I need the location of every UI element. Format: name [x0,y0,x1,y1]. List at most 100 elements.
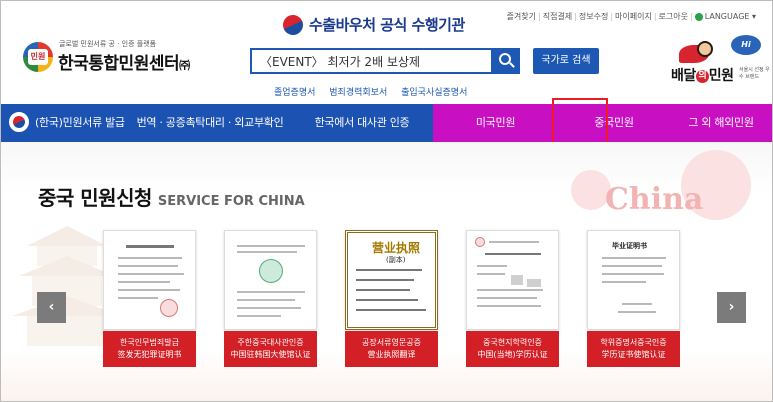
nav-korea-documents-label: (한국)민원서류 발급 [35,116,125,129]
main-nav: (한국)민원서류 발급 번역 · 공증촉탁대리 · 외교부확인 한국에서 대사관… [1,104,772,142]
taeguk-icon [279,11,307,39]
card-caption-cn: 签发无犯罪证明书 [117,350,182,359]
logo-subtitle: 글로벌 민원서류 공 · 인증 플랫폼 [59,40,157,48]
main-content: China 중국 민원신청 SERVICE FOR CHINA ‹ › 한국인무범… [1,142,772,401]
site-logo[interactable]: 민원 글로벌 민원서류 공 · 인증 플랫폼 한국통합민원센터㈜ [23,39,213,79]
doc-line [118,265,178,267]
top-link-direct-pay[interactable]: 직접결제 [543,12,572,21]
carousel-prev-button[interactable]: ‹ [37,292,66,323]
search-input[interactable] [252,50,491,72]
nav-translation[interactable]: 번역 · 공증촉탁대리 · 외교부확인 [129,104,291,142]
baedal-name-right: 민원 [708,68,734,84]
globe-icon [694,12,703,21]
doc-line [356,269,422,271]
highlight-box [552,98,608,144]
logo-name-text: 한국통합민원센터 [58,54,180,74]
doc-blur-block [527,279,541,287]
logo-corp: ㈜ [179,59,190,72]
hero-mascot-icon [679,41,719,65]
service-card-criminal-record[interactable]: 한국인무범죄발급 签发无犯罪证明书 [103,230,196,367]
quick-link-immigration[interactable]: 출입국사실증명서 [401,88,467,98]
service-card-embassy[interactable]: 주한중국대사관인증 中国驻韩国大使馆认证 [224,230,317,367]
search-box [250,48,493,74]
separator: | [690,12,693,21]
doc-line [356,289,410,291]
doc-line [118,273,184,275]
card-caption: 중국현지학력인증 中国(当地)学历认证 [466,331,559,367]
card-caption-cn: 营业执照翻译 [367,350,416,359]
hero-head [697,41,713,57]
service-card-degree[interactable]: 毕业证明书 학위증명서중국인증 学历证书使馆认证 [587,230,680,367]
doc-title: 毕业证明书 [612,242,647,250]
card-caption-ko: 주한중국대사관인증 [237,338,304,347]
section-title-ko: 중국 민원신청 [38,186,152,210]
card-caption-cn: 中国(当地)学历认证 [477,350,548,359]
nav-other-overseas[interactable]: 그 외 해외민원 [670,104,772,142]
top-link-edit-info[interactable]: 정보수정 [579,12,608,21]
separator: | [610,12,614,21]
quick-link-graduation[interactable]: 졸업증명서 [274,88,315,98]
separator: | [653,12,657,21]
baedal-subtitle: 서울시 선정 우수 브랜드 [739,67,770,80]
site-header: 민원 글로벌 민원서류 공 · 인증 플랫폼 한국통합민원센터㈜ 수출바우처 공… [1,1,772,104]
doc-blur-block [511,275,523,285]
taeguk-icon [9,112,29,132]
doc-line [477,265,507,267]
doc-title-line [126,245,174,248]
card-caption: 주한중국대사관인증 中国驻韩国大使馆认证 [224,331,317,367]
search-button[interactable] [493,48,520,74]
logo-name: 한국통합민원센터㈜ [58,49,190,74]
doc-line [237,307,301,309]
doc-line [237,245,305,247]
baedal-name-mid: 의 [695,70,709,83]
doc-line [118,257,182,259]
doc-line [237,291,305,293]
separator: | [538,12,541,21]
top-link-mypage[interactable]: 마이페이지 [615,12,652,21]
baedal-banner[interactable]: Hi 배달 의 민원 서울시 선정 우수 브랜드 [649,35,770,85]
card-caption: 한국인무범죄발급 签发无犯罪证明书 [103,331,196,367]
nav-embassy-auth[interactable]: 한국에서 대사관 인증 [291,104,433,142]
card-caption: 학위증명서중국인증 学历证书使馆认证 [587,331,680,367]
card-caption-cn: 学历证书使馆认证 [601,350,666,359]
quick-link-criminal-record[interactable]: 범죄경력회보서 [329,88,387,98]
doc-line [477,305,541,307]
nav-blue-group: (한국)민원서류 발급 번역 · 공증촉탁대리 · 외교부확인 한국에서 대사관… [1,104,433,142]
service-card-business-license[interactable]: 营业执照 (副本) 공장서류영문공증 营业执照翻译 [345,230,438,367]
nav-usa[interactable]: 미국민원 [433,104,558,142]
doc-stamp [259,259,283,283]
doc-line [356,279,414,281]
language-selector[interactable]: LANGUAGE ▾ [694,12,756,21]
document-thumbnail [224,230,317,330]
section-title-en: SERVICE FOR CHINA [157,194,305,209]
card-caption-cn: 中国驻韩国大使馆认证 [230,350,311,359]
separator: | [574,12,577,21]
baedal-name-left: 배달 [671,68,696,84]
top-link-favorites[interactable]: 즐겨찾기 [507,12,536,21]
doc-line [477,297,537,299]
card-caption: 공장서류영문공증 营业执照翻译 [345,331,438,367]
card-caption-ko: 한국인무범죄발급 [120,338,179,347]
quick-links: 졸업증명서 범죄경력회보서 출입국사실증명서 [274,85,478,98]
document-thumbnail: 毕业证明书 [587,230,680,330]
doc-line [602,281,646,283]
carousel-next-button[interactable]: › [717,292,746,323]
top-link-logout[interactable]: 로그아웃 [659,12,688,21]
gov-title-text: 수출바우처 공식 수행기관 [309,16,465,34]
section-title: 중국 민원신청 SERVICE FOR CHINA [38,182,305,211]
card-caption-ko: 공장서류영문공증 [362,338,421,347]
doc-gold-title: 营业执照 [372,241,421,255]
china-word: China [605,182,704,217]
service-card-education[interactable]: 중국현지학력인증 中国(当地)学历认证 [466,230,559,367]
doc-line [602,265,662,267]
country-search-button[interactable]: 국가로 검색 [533,48,599,74]
doc-line [618,311,656,313]
doc-stamp [160,299,178,317]
doc-line [118,281,170,283]
logo-badge-icon: 민원 [23,42,53,72]
doc-stamp [475,237,485,247]
nav-korea-documents[interactable]: (한국)민원서류 발급 [1,104,129,142]
baedal-name: 배달 의 민원 [671,65,734,85]
browser-frame: 민원 글로벌 민원서류 공 · 인증 플랫폼 한국통합민원센터㈜ 수출바우처 공… [0,0,773,402]
top-links: 즐겨찾기 | 직접결제 | 정보수정 | 마이페이지 | 로그아웃 | LANGUAGE ▾ [507,11,756,22]
